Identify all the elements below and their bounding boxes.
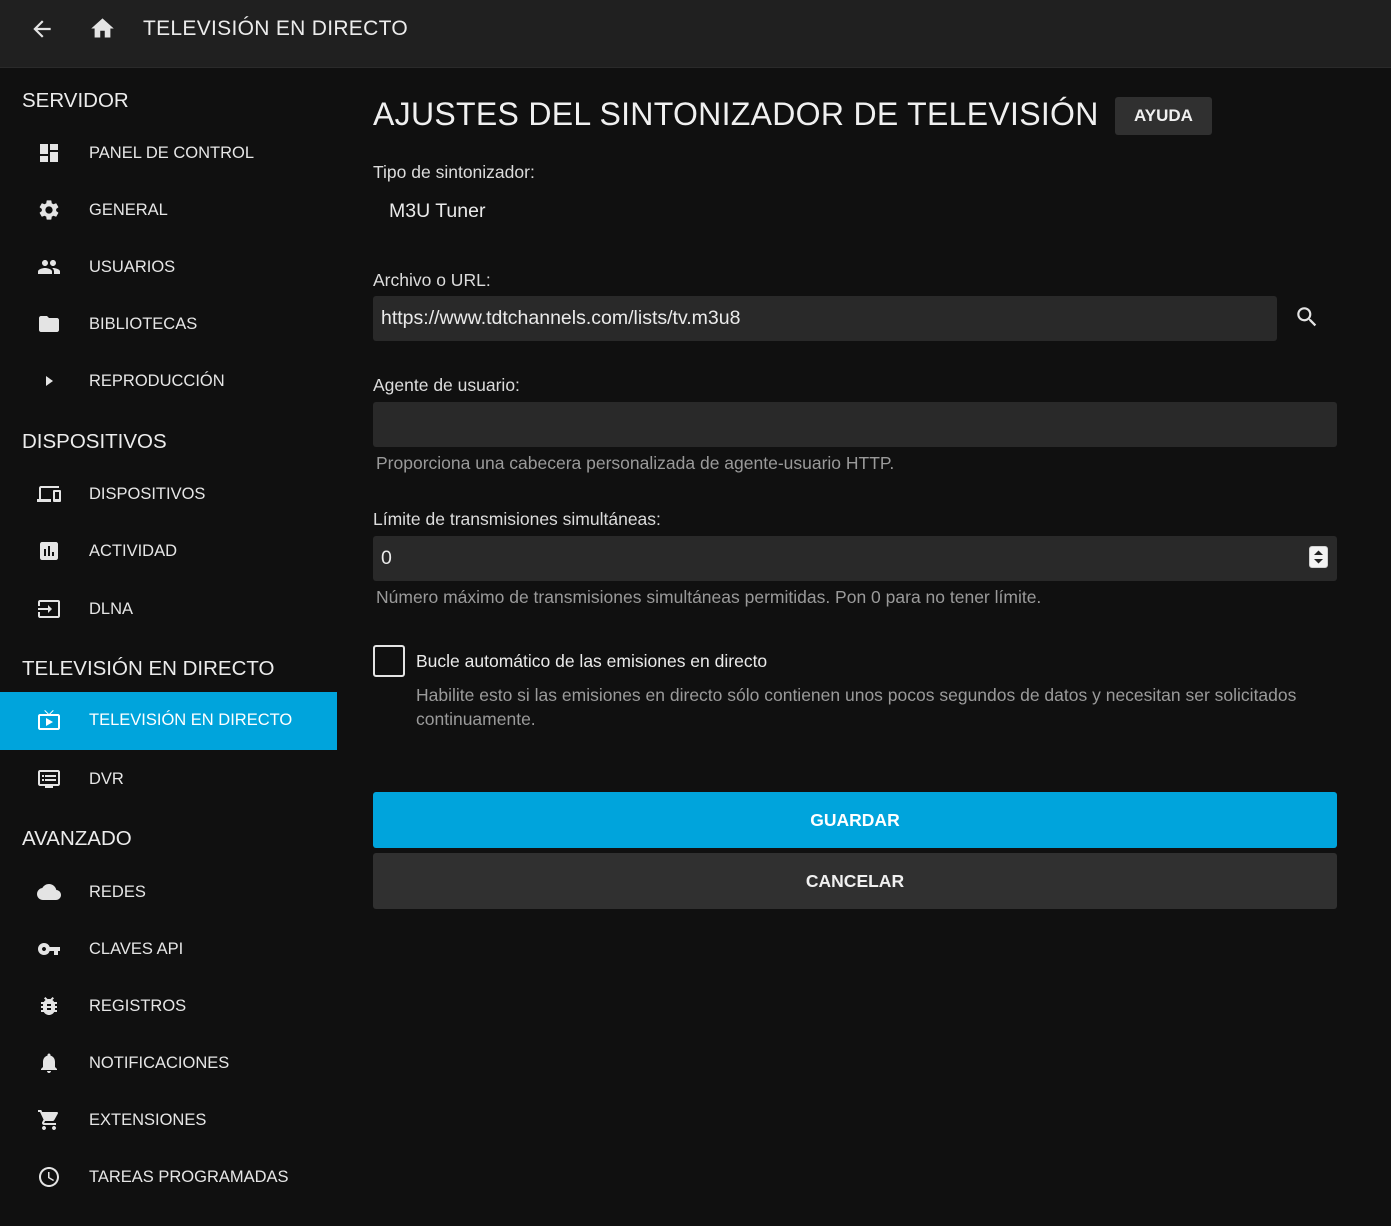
auto-loop-label[interactable]: Bucle automático de las emisiones en dir…: [416, 651, 767, 672]
stream-limit-input[interactable]: 0: [373, 536, 1337, 581]
sidebar-section-avanzado: AVANZADO: [22, 827, 132, 850]
page-title: AJUSTES DEL SINTONIZADOR DE TELEVISIÓN: [373, 96, 1099, 132]
stream-limit-stepper[interactable]: [1309, 546, 1328, 568]
tuner-type-value: M3U Tuner: [389, 200, 486, 222]
search-icon[interactable]: [1294, 304, 1320, 330]
gear-icon: [39, 200, 59, 220]
sidebar-item-label: EXTENSIONES: [89, 1111, 207, 1129]
tuner-type-label: Tipo de sintonizador:: [373, 162, 535, 182]
clock-icon: [39, 1167, 59, 1187]
sidebar-item-extensiones[interactable]: EXTENSIONES: [0, 1092, 337, 1149]
sidebar-item-label: PANEL DE CONTROL: [89, 144, 255, 162]
chart-icon: [40, 542, 58, 560]
sidebar-item-notificaciones[interactable]: NOTIFICACIONES: [0, 1035, 337, 1092]
sidebar-item-label: TELEVISIÓN EN DIRECTO: [89, 711, 293, 729]
sidebar-item-label: DISPOSITIVOS: [89, 485, 206, 503]
sidebar-item-label: DVR: [89, 770, 124, 788]
sidebar-item-panel-de-control[interactable]: PANEL DE CONTROL: [0, 125, 337, 182]
user-agent-input[interactable]: [373, 402, 1337, 447]
sidebar-item-redes[interactable]: REDES: [0, 864, 337, 921]
auto-loop-hint: Habilite esto si las emisiones en direct…: [416, 685, 1297, 729]
sidebar-item-television-en-directo[interactable]: TELEVISIÓN EN DIRECTO: [0, 692, 337, 750]
sidebar-section-television: TELEVISIÓN EN DIRECTO: [22, 657, 275, 680]
sidebar-item-general[interactable]: GENERAL: [0, 182, 337, 239]
cloud-icon: [37, 884, 61, 900]
sidebar-item-label: TAREAS PROGRAMADAS: [89, 1168, 289, 1186]
play-icon: [46, 376, 53, 386]
sidebar-section-servidor: SERVIDOR: [22, 89, 129, 112]
home-icon[interactable]: [89, 15, 116, 42]
cancel-button[interactable]: CANCELAR: [373, 853, 1337, 909]
sidebar-item-dvr[interactable]: DVR: [0, 751, 337, 808]
file-url-label: Archivo o URL:: [373, 270, 491, 290]
file-url-input[interactable]: https://www.tdtchannels.com/lists/tv.m3u…: [373, 296, 1277, 341]
bug-icon: [41, 997, 57, 1015]
dvr-icon: [38, 770, 60, 788]
live-tv-icon: [38, 710, 60, 730]
sidebar-item-dlna[interactable]: DLNA: [0, 581, 337, 638]
sidebar-item-label: NOTIFICACIONES: [89, 1054, 230, 1072]
sidebar-item-registros[interactable]: REGISTROS: [0, 978, 337, 1035]
help-button[interactable]: AYUDA: [1115, 97, 1212, 135]
dashboard-icon: [40, 144, 58, 162]
arrow-back-icon[interactable]: [29, 16, 55, 42]
sidebar-item-label: CLAVES API: [89, 940, 184, 958]
user-agent-hint: Proporciona una cabecera personalizada d…: [376, 453, 895, 473]
cart-icon: [38, 1110, 59, 1130]
sidebar-item-label: GENERAL: [89, 201, 168, 219]
key-icon: [38, 943, 60, 955]
sidebar-item-label: REDES: [89, 883, 146, 901]
bell-icon: [41, 1053, 57, 1073]
folder-icon: [39, 316, 59, 332]
app-header: TELEVISIÓN EN DIRECTO: [0, 0, 1391, 68]
sidebar-item-label: REGISTROS: [89, 997, 187, 1015]
sidebar-item-label: USUARIOS: [89, 258, 176, 276]
user-agent-label: Agente de usuario:: [373, 375, 520, 395]
sidebar-section-dispositivos: DISPOSITIVOS: [22, 430, 167, 453]
people-icon: [38, 260, 60, 274]
stream-limit-hint: Número máximo de transmisiones simultáne…: [376, 587, 1042, 607]
sidebar-item-dispositivos[interactable]: DISPOSITIVOS: [0, 466, 337, 523]
auto-loop-checkbox[interactable]: [373, 645, 405, 677]
sidebar: SERVIDOR PANEL DE CONTROL GENERAL USUARI…: [0, 68, 337, 1226]
sidebar-item-reproduccion[interactable]: REPRODUCCIÓN: [0, 353, 337, 410]
devices-icon: [37, 486, 61, 502]
save-button[interactable]: GUARDAR: [373, 792, 1337, 848]
header-title: TELEVISIÓN EN DIRECTO: [143, 17, 408, 40]
sidebar-item-usuarios[interactable]: USUARIOS: [0, 239, 337, 296]
sidebar-item-actividad[interactable]: ACTIVIDAD: [0, 523, 337, 580]
sidebar-item-label: DLNA: [89, 600, 134, 618]
sidebar-item-label: BIBLIOTECAS: [89, 315, 198, 333]
sidebar-item-bibliotecas[interactable]: BIBLIOTECAS: [0, 296, 337, 353]
stream-limit-label: Límite de transmisiones simultáneas:: [373, 509, 661, 529]
input-icon: [38, 600, 60, 618]
sidebar-item-label: REPRODUCCIÓN: [89, 372, 225, 390]
sidebar-item-label: ACTIVIDAD: [89, 542, 178, 560]
sidebar-item-claves-api[interactable]: CLAVES API: [0, 921, 337, 978]
sidebar-item-tareas-programadas[interactable]: TAREAS PROGRAMADAS: [0, 1149, 337, 1206]
